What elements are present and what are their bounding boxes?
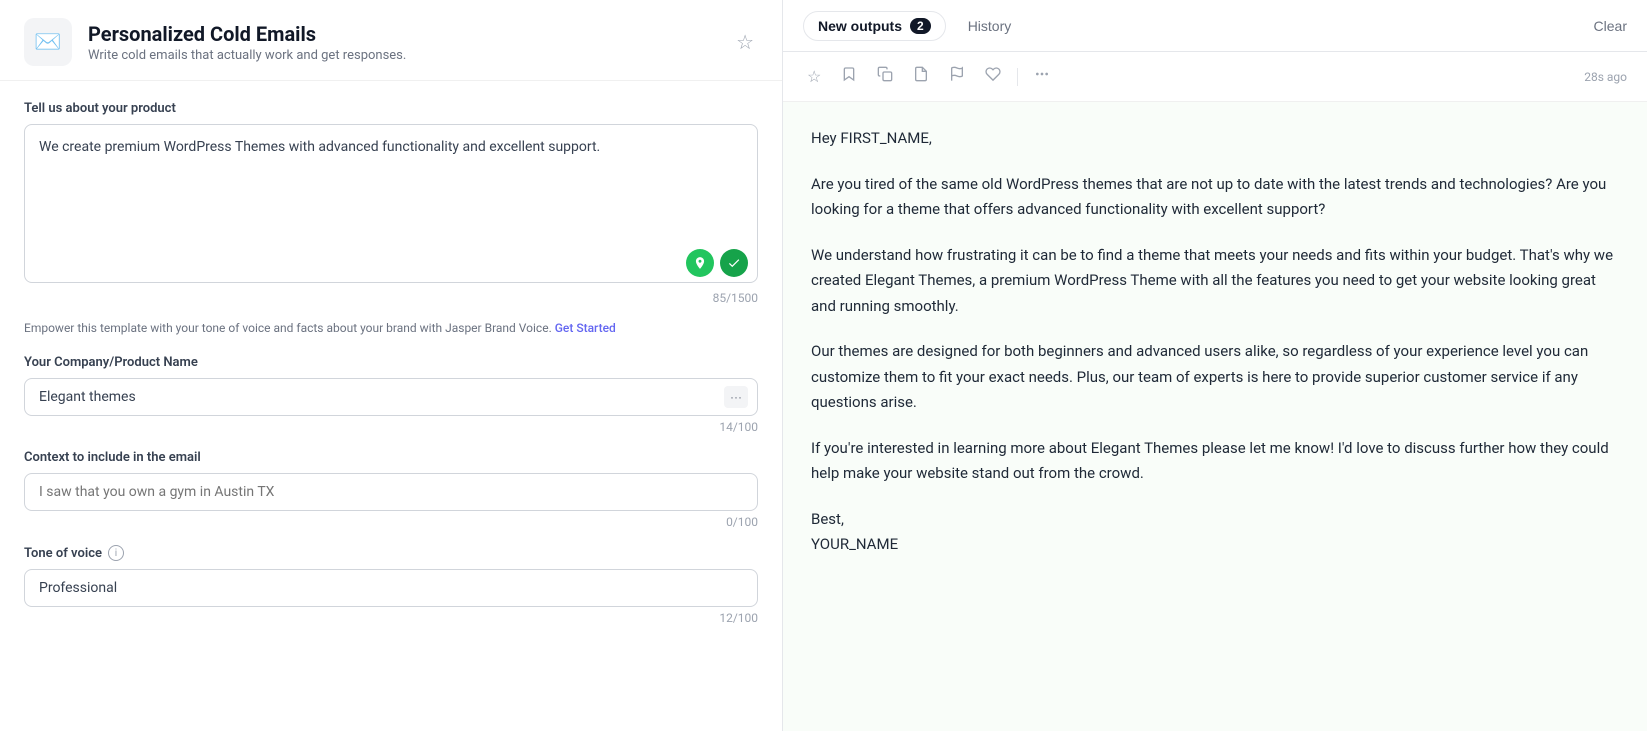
right-panel: New outputs 2 History Clear ☆ 28s ago He…: [783, 0, 1647, 731]
textarea-icon-group: [686, 249, 748, 277]
product-label: Tell us about your product: [24, 101, 758, 116]
icon-pin-button[interactable]: [686, 249, 714, 277]
company-input-wrapper: ···: [24, 378, 758, 416]
brand-voice-text: Empower this template with your tone of …: [24, 321, 758, 335]
context-field-group: Context to include in the email 0/100: [24, 450, 758, 529]
toolbar-star-button[interactable]: ☆: [803, 63, 825, 91]
icon-check-button[interactable]: [720, 249, 748, 277]
email-closing: Best, YOUR_NAME: [811, 507, 1619, 558]
company-field-group: Your Company/Product Name ··· 14/100: [24, 355, 758, 434]
toolbar-copy-button[interactable]: [873, 62, 897, 91]
app-title-block: Personalized Cold Emails Write cold emai…: [88, 22, 716, 63]
toolbar-bookmark-button[interactable]: [837, 62, 861, 91]
product-textarea-wrapper: We create premium WordPress Themes with …: [24, 124, 758, 287]
output-content: Hey FIRST_NAME, Are you tired of the sam…: [783, 102, 1647, 731]
company-input[interactable]: [24, 378, 758, 416]
tone-info-icon[interactable]: i: [108, 545, 124, 561]
clear-button[interactable]: Clear: [1594, 18, 1627, 34]
brand-voice-link[interactable]: Get Started: [555, 321, 616, 335]
context-label: Context to include in the email: [24, 450, 758, 465]
toolbar-separator: [1017, 68, 1018, 86]
toolbar-more-button[interactable]: [1030, 62, 1054, 91]
company-dots-button[interactable]: ···: [724, 386, 748, 408]
tone-field-group: Tone of voice i 12/100: [24, 545, 758, 625]
output-header: New outputs 2 History Clear: [783, 0, 1647, 52]
product-char-count: 85/1500: [24, 291, 758, 305]
company-label: Your Company/Product Name: [24, 355, 758, 370]
email-para-4: If you're interested in learning more ab…: [811, 436, 1619, 487]
new-outputs-label: New outputs: [818, 18, 902, 34]
tone-label: Tone of voice: [24, 546, 102, 561]
form-area: Tell us about your product We create pre…: [0, 81, 782, 731]
tone-label-row: Tone of voice i: [24, 545, 758, 561]
toolbar-file-button[interactable]: [909, 62, 933, 91]
context-input[interactable]: [24, 473, 758, 511]
left-panel: ✉️ Personalized Cold Emails Write cold e…: [0, 0, 783, 731]
app-header: ✉️ Personalized Cold Emails Write cold e…: [0, 0, 782, 81]
favorite-button[interactable]: ☆: [732, 26, 758, 59]
tone-char-count: 12/100: [24, 611, 758, 625]
product-textarea[interactable]: We create premium WordPress Themes with …: [24, 124, 758, 283]
company-char-count: 14/100: [24, 420, 758, 434]
tone-input[interactable]: [24, 569, 758, 607]
email-para-3: Our themes are designed for both beginne…: [811, 339, 1619, 416]
email-para-1: Are you tired of the same old WordPress …: [811, 172, 1619, 223]
new-outputs-tab[interactable]: New outputs 2: [803, 11, 946, 41]
toolbar-flag-button[interactable]: [945, 62, 969, 91]
context-char-count: 0/100: [24, 515, 758, 529]
new-outputs-count: 2: [910, 18, 931, 34]
app-icon: ✉️: [24, 18, 72, 66]
toolbar-heart-button[interactable]: [981, 62, 1005, 91]
email-greeting: Hey FIRST_NAME,: [811, 126, 1619, 152]
output-timestamp: 28s ago: [1584, 70, 1627, 84]
product-field-group: Tell us about your product We create pre…: [24, 101, 758, 305]
email-para-2: We understand how frustrating it can be …: [811, 243, 1619, 320]
history-tab[interactable]: History: [954, 12, 1026, 40]
app-subtitle: Write cold emails that actually work and…: [88, 48, 716, 63]
output-toolbar: ☆ 28s ago: [783, 52, 1647, 102]
app-title: Personalized Cold Emails: [88, 22, 716, 46]
